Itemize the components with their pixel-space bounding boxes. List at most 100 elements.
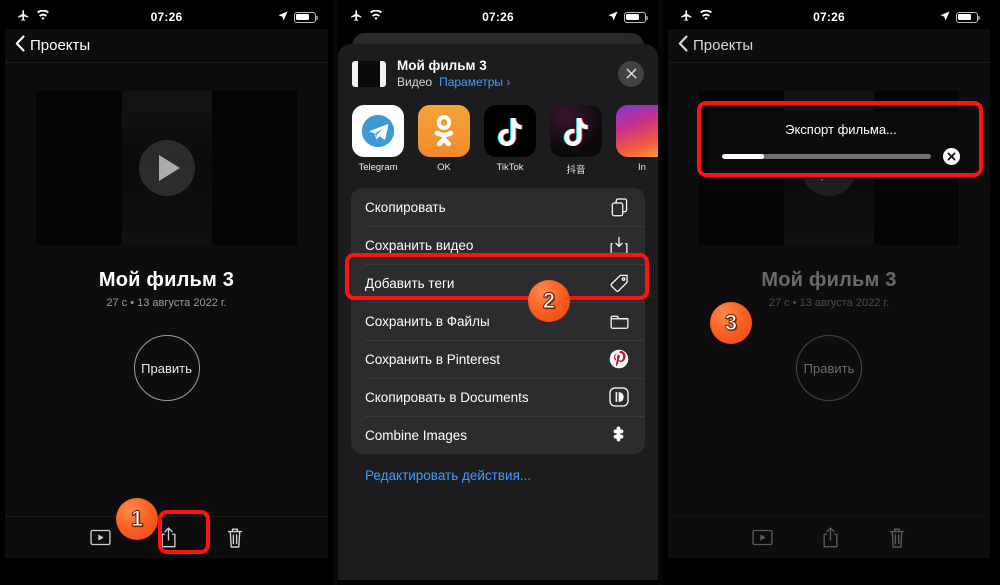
nav-bar-1[interactable]: Проекты bbox=[5, 29, 328, 63]
app-label: In bbox=[638, 162, 646, 173]
step-badge-3: 3 bbox=[710, 302, 752, 344]
play-rect-icon[interactable] bbox=[89, 529, 111, 546]
odnoklassniki-icon[interactable] bbox=[418, 105, 470, 157]
tiktok-icon[interactable] bbox=[484, 105, 536, 157]
progress-bar bbox=[722, 154, 931, 159]
phone-screen-3: 07:26 Проекты Мой фильм 3 27 с • 13 авгу… bbox=[668, 5, 990, 580]
copy-icon bbox=[607, 197, 631, 217]
telegram-icon[interactable] bbox=[352, 105, 404, 157]
chevron-left-icon[interactable] bbox=[678, 35, 688, 56]
panel-export-progress: 07:26 Проекты Мой фильм 3 27 с • 13 авгу… bbox=[663, 0, 995, 585]
app-share-row: Telegram OK TikTok 抖音 In bbox=[338, 101, 658, 188]
airplane-mode-icon bbox=[350, 9, 363, 25]
action-label: Скопировать bbox=[365, 199, 446, 215]
airplane-mode-icon bbox=[17, 9, 30, 25]
status-bar-right-3 bbox=[939, 10, 981, 25]
action-row-save-files[interactable]: Сохранить в Файлы bbox=[351, 302, 645, 340]
back-label[interactable]: Проекты bbox=[30, 37, 90, 54]
tag-icon bbox=[607, 274, 631, 293]
app-label: TikTok bbox=[496, 162, 524, 173]
action-label: Добавить теги bbox=[365, 275, 455, 291]
action-label: Сохранить в Файлы bbox=[365, 313, 490, 329]
share-sheet-wrapper: Мой фильм 3 Видео Параметры › Telegram O… bbox=[338, 29, 658, 580]
action-row-pinterest[interactable]: Сохранить в Pinterest bbox=[351, 340, 645, 378]
location-arrow-icon bbox=[607, 10, 619, 25]
action-label: Сохранить в Pinterest bbox=[365, 351, 501, 367]
trash-icon bbox=[888, 527, 906, 549]
video-thumbnail-1[interactable] bbox=[36, 91, 297, 245]
home-indicator-1 bbox=[5, 558, 328, 580]
phone-screen-1: 07:26 Проекты Мой фильм 3 27 с • 13 авгу… bbox=[5, 5, 328, 580]
edit-actions-link[interactable]: Редактировать действия... bbox=[338, 454, 658, 483]
action-label: Сохранить видео bbox=[365, 237, 474, 253]
edit-button-1[interactable]: Править bbox=[133, 335, 200, 401]
app-label: Telegram bbox=[358, 162, 398, 173]
wifi-icon bbox=[699, 9, 713, 24]
action-label: Combine Images bbox=[365, 427, 468, 443]
file-name: Мой фильм 3 bbox=[397, 58, 487, 73]
step-badge-1: 1 bbox=[116, 498, 158, 540]
wifi-icon bbox=[369, 9, 383, 24]
documents-app-icon bbox=[607, 387, 631, 407]
bottom-toolbar-1 bbox=[5, 516, 328, 558]
instagram-icon[interactable] bbox=[616, 105, 658, 157]
app-label: OK bbox=[437, 162, 451, 173]
puzzle-piece-icon bbox=[607, 426, 631, 444]
battery-icon bbox=[956, 11, 981, 23]
app-label: 抖音 bbox=[566, 165, 586, 176]
back-label[interactable]: Проекты bbox=[693, 37, 753, 54]
app-share-ok[interactable]: OK bbox=[418, 105, 470, 176]
project-content-1: Мой фильм 3 27 с • 13 августа 2022 г. Пр… bbox=[5, 63, 328, 580]
airplane-mode-icon bbox=[680, 9, 693, 25]
export-progress-row bbox=[722, 148, 960, 165]
nav-bar-3[interactable]: Проекты bbox=[668, 29, 990, 63]
app-share-instagram[interactable]: In bbox=[616, 105, 658, 176]
status-bar-right bbox=[277, 10, 319, 25]
bottom-toolbar-3 bbox=[668, 516, 990, 558]
project-subtitle-1: 27 с • 13 августа 2022 г. bbox=[106, 297, 227, 309]
app-share-telegram[interactable]: Telegram bbox=[352, 105, 404, 176]
status-bar-2: 07:26 bbox=[338, 5, 658, 29]
action-row-documents[interactable]: Скопировать в Documents bbox=[351, 378, 645, 416]
share-sheet: Мой фильм 3 Видео Параметры › Telegram O… bbox=[338, 44, 658, 580]
project-title-3: Мой фильм 3 bbox=[761, 269, 897, 291]
screenshot-root: 07:26 Проекты Мой фильм 3 27 с • 13 авгу… bbox=[0, 0, 1000, 585]
action-label: Скопировать в Documents bbox=[365, 389, 529, 405]
progress-bar-fill bbox=[722, 154, 764, 159]
action-row-copy[interactable]: Скопировать bbox=[351, 188, 645, 226]
cancel-x-icon[interactable] bbox=[943, 148, 960, 165]
project-title-1: Мой фильм 3 bbox=[98, 269, 235, 291]
action-row-combine-images[interactable]: Combine Images bbox=[351, 416, 645, 454]
panel-share-sheet: 07:26 Мой фильм 3 Видео Параметры › Tele… bbox=[338, 0, 658, 585]
share-upload-icon[interactable] bbox=[159, 526, 178, 549]
options-link[interactable]: Параметры › bbox=[439, 75, 510, 89]
wifi-icon bbox=[36, 9, 50, 24]
close-x-icon[interactable] bbox=[618, 60, 644, 87]
action-row-save-video[interactable]: Сохранить видео bbox=[351, 226, 645, 264]
export-progress-dialog: Экспорт фильма... bbox=[708, 111, 974, 179]
play-button-icon[interactable] bbox=[138, 140, 195, 196]
share-sheet-header: Мой фильм 3 Видео Параметры › bbox=[338, 44, 658, 101]
share-upload-icon bbox=[821, 526, 840, 549]
step-badge-2: 2 bbox=[528, 280, 570, 322]
panel-project-view: 07:26 Проекты Мой фильм 3 27 с • 13 авгу… bbox=[0, 0, 333, 585]
file-type: Видео bbox=[397, 75, 433, 89]
trash-icon[interactable] bbox=[226, 527, 244, 549]
file-thumbnail bbox=[352, 60, 386, 87]
status-bar-left bbox=[17, 9, 50, 25]
save-download-icon bbox=[607, 236, 631, 255]
status-bar-1: 07:26 bbox=[5, 5, 328, 29]
action-row-add-tags[interactable]: Добавить теги bbox=[351, 264, 645, 302]
douyin-icon[interactable] bbox=[550, 105, 602, 157]
chevron-left-icon[interactable] bbox=[15, 35, 25, 56]
app-share-douyin[interactable]: 抖音 bbox=[550, 105, 602, 176]
chevron-right-icon: › bbox=[506, 75, 511, 89]
status-bar-left-2 bbox=[350, 9, 383, 25]
pinterest-icon bbox=[607, 349, 631, 369]
battery-icon bbox=[294, 11, 319, 23]
status-bar-left-3 bbox=[680, 9, 713, 25]
app-share-tiktok[interactable]: TikTok bbox=[484, 105, 536, 176]
play-rect-icon bbox=[752, 529, 773, 546]
home-indicator-3 bbox=[668, 558, 990, 580]
export-title: Экспорт фильма... bbox=[785, 122, 897, 137]
